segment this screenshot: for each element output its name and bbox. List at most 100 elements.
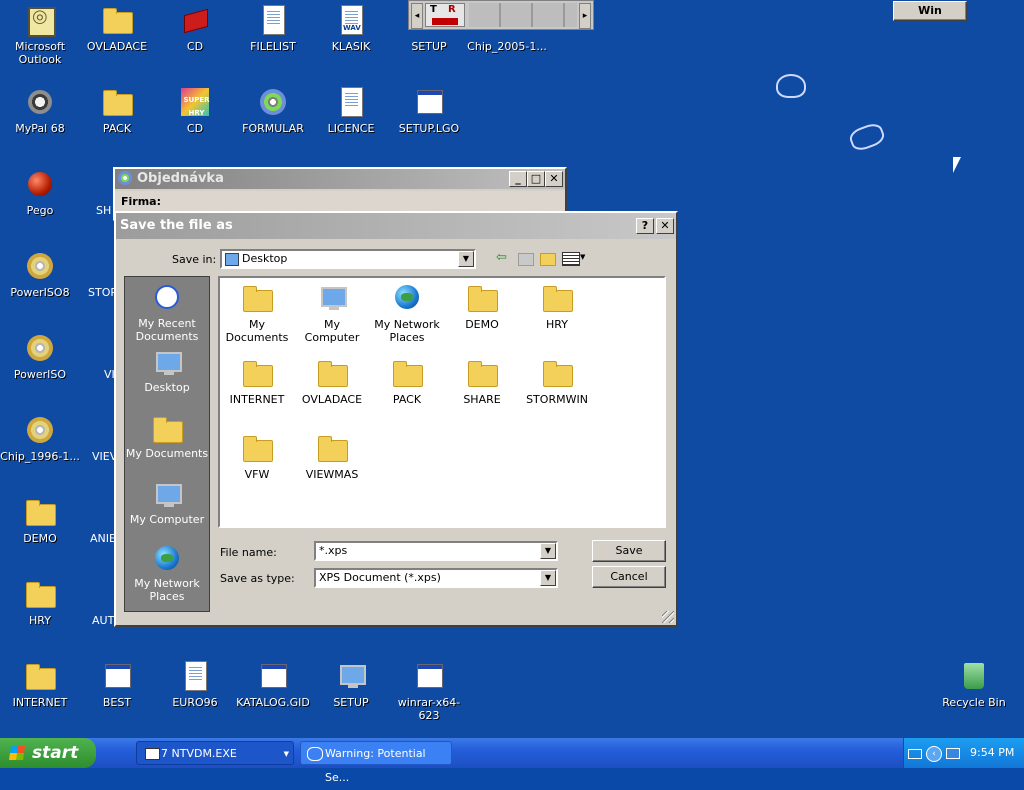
left-arrow-button[interactable]: ◂ bbox=[411, 3, 423, 29]
up-folder-icon[interactable] bbox=[518, 253, 534, 266]
view-menu-icon[interactable] bbox=[562, 252, 580, 266]
chevron-down-icon[interactable]: ▼ bbox=[540, 570, 556, 586]
task-label: Warning: Potential Se... bbox=[325, 747, 426, 784]
new-folder-icon[interactable] bbox=[540, 253, 556, 266]
monitor-tray-icon[interactable] bbox=[946, 748, 960, 759]
file-item[interactable]: HRY bbox=[520, 282, 594, 331]
win-button[interactable]: Win bbox=[893, 1, 967, 21]
raccoon-icon bbox=[24, 86, 56, 118]
desktop-icon-licence[interactable]: LICENCE bbox=[311, 86, 391, 135]
file-list[interactable]: My Documents My Computer My Network Plac… bbox=[218, 276, 666, 528]
back-icon[interactable]: ⇦ bbox=[496, 251, 508, 264]
save-as-type-select[interactable]: XPS Document (*.xps) ▼ bbox=[314, 568, 558, 588]
file-label: INTERNET bbox=[229, 393, 285, 406]
save-dialog[interactable]: Save the file as ? ✕ Save in: Desktop ▼ … bbox=[114, 211, 678, 627]
desktop-icon-pack[interactable]: PACK bbox=[77, 86, 157, 135]
file-item[interactable]: My Computer bbox=[295, 282, 369, 344]
task-warning[interactable]: Warning: Potential Se... bbox=[300, 741, 452, 784]
dialog-titlebar[interactable]: Save the file as ? ✕ bbox=[116, 213, 676, 239]
place-my-computer[interactable]: My Computer bbox=[125, 479, 209, 526]
maximize-button[interactable]: □ bbox=[527, 171, 545, 187]
partial-label: STOR bbox=[88, 286, 119, 299]
desktop-icon-pego[interactable]: Pego bbox=[0, 168, 80, 217]
icon-label: LICENCE bbox=[327, 122, 375, 135]
desktop-icon-recycle-bin[interactable]: Recycle Bin bbox=[934, 660, 1014, 709]
desktop-icon-mypal[interactable]: MyPal 68 bbox=[0, 86, 80, 135]
file-item[interactable]: DEMO bbox=[445, 282, 519, 331]
file-item[interactable]: SHARE bbox=[445, 357, 519, 406]
desktop-icon-setup-lgo[interactable]: SETUP.LGO bbox=[389, 86, 469, 135]
close-button[interactable]: ✕ bbox=[545, 171, 563, 187]
desktop-icon-euro96[interactable]: EURO96 bbox=[155, 660, 235, 709]
chevron-down-icon[interactable]: ▼ bbox=[284, 742, 289, 766]
file-item[interactable]: OVLADACE bbox=[295, 357, 369, 406]
place-desktop[interactable]: Desktop bbox=[125, 347, 209, 394]
icon-label: SETUP bbox=[333, 696, 369, 709]
place-label: My Documents bbox=[125, 447, 209, 460]
desktop-icon-setup-bottom[interactable]: SETUP bbox=[311, 660, 391, 709]
file-item[interactable]: INTERNET bbox=[220, 357, 294, 406]
desktop-icon-filelist[interactable]: FILELIST bbox=[233, 4, 313, 53]
tr-block[interactable]: T R bbox=[425, 3, 465, 27]
file-label: DEMO bbox=[465, 318, 499, 331]
desktop-icon-cd-book[interactable]: CD bbox=[155, 4, 235, 53]
view-dropdown-arrow[interactable]: ▼ bbox=[580, 253, 585, 261]
chevron-left-icon[interactable]: ‹ bbox=[926, 746, 942, 762]
file-item[interactable]: STORMWIN bbox=[520, 357, 594, 406]
resize-grip-icon[interactable] bbox=[662, 611, 674, 623]
help-button[interactable]: ? bbox=[636, 218, 654, 234]
file-label: OVLADACE bbox=[301, 393, 363, 406]
objednavka-titlebar[interactable]: Objednávka _ □ ✕ bbox=[115, 169, 565, 189]
minimize-button[interactable]: _ bbox=[509, 171, 527, 187]
save-as-type-value: XPS Document (*.xps) bbox=[319, 571, 441, 584]
desktop-icon-poweriso8[interactable]: PowerISO8 bbox=[0, 250, 80, 299]
chevron-down-icon[interactable]: ▼ bbox=[540, 543, 556, 559]
mouse-pointer-icon bbox=[953, 157, 961, 173]
place-my-documents[interactable]: My Documents bbox=[125, 413, 209, 460]
file-name-input[interactable]: *.xps ▼ bbox=[314, 541, 558, 561]
file-label: SHARE bbox=[463, 393, 501, 406]
r-label: R bbox=[448, 4, 456, 15]
cancel-button[interactable]: Cancel bbox=[592, 566, 666, 588]
desktop-icon-katalog[interactable]: KATALOG.GID bbox=[233, 660, 313, 709]
icon-label: OVLADACE bbox=[86, 40, 148, 53]
file-item[interactable]: My Documents bbox=[220, 282, 294, 344]
save-button[interactable]: Save bbox=[592, 540, 666, 562]
place-recent-documents[interactable]: My Recent Documents bbox=[125, 283, 209, 343]
disc-icon bbox=[24, 414, 56, 446]
close-button[interactable]: ✕ bbox=[656, 218, 674, 234]
cat-task-icon bbox=[307, 747, 323, 761]
disc-icon bbox=[118, 171, 132, 185]
desktop-icon-formular[interactable]: FORMULAR bbox=[233, 86, 313, 135]
task-ntvdm[interactable]: 7 NTVDM.EXE ▼ bbox=[136, 741, 294, 765]
keyboard-icon[interactable] bbox=[908, 749, 922, 759]
start-button[interactable]: start bbox=[0, 738, 96, 768]
desktop-icon-cd-superhry[interactable]: SUPER HRY CD bbox=[155, 86, 235, 135]
file-item[interactable]: VFW bbox=[220, 432, 294, 481]
chevron-down-icon[interactable]: ▼ bbox=[458, 251, 474, 267]
desktop-icon-poweriso[interactable]: PowerISO bbox=[0, 332, 80, 381]
desktop-icon-best[interactable]: BEST bbox=[77, 660, 157, 709]
mini-toolbar-widget[interactable]: ◂ T R ▸ bbox=[408, 0, 594, 30]
desktop-icon-winrar[interactable]: winrar-x64-623 bbox=[389, 660, 469, 722]
desktop-icon-outlook[interactable]: Microsoft Outlook bbox=[0, 4, 80, 66]
icon-label: Recycle Bin bbox=[942, 696, 1006, 709]
icon-label: FORMULAR bbox=[242, 122, 304, 135]
save-in-combo[interactable]: Desktop ▼ bbox=[220, 249, 476, 269]
desktop-icon-demo[interactable]: DEMO bbox=[0, 496, 80, 545]
file-item[interactable]: My Network Places bbox=[370, 282, 444, 344]
app-window-icon bbox=[413, 660, 445, 692]
desktop-icon bbox=[151, 347, 183, 379]
window-icon bbox=[145, 748, 160, 760]
desktop-icon-hry[interactable]: HRY bbox=[0, 578, 80, 627]
desktop-icon-internet[interactable]: INTERNET bbox=[0, 660, 80, 709]
file-item[interactable]: PACK bbox=[370, 357, 444, 406]
place-my-network[interactable]: My Network Places bbox=[125, 543, 209, 603]
file-item[interactable]: VIEWMAS bbox=[295, 432, 369, 481]
desktop-icon-chip1996[interactable]: Chip_1996-1... bbox=[0, 414, 80, 463]
desktop-icon-ovladace[interactable]: OVLADACE bbox=[77, 4, 157, 53]
taskbar: start 7 NTVDM.EXE ▼ Warning: Potential S… bbox=[0, 738, 1024, 784]
outlook-icon bbox=[24, 4, 56, 37]
right-arrow-button[interactable]: ▸ bbox=[579, 3, 591, 29]
desktop-icon-klasik[interactable]: WAV KLASIK bbox=[311, 4, 391, 53]
